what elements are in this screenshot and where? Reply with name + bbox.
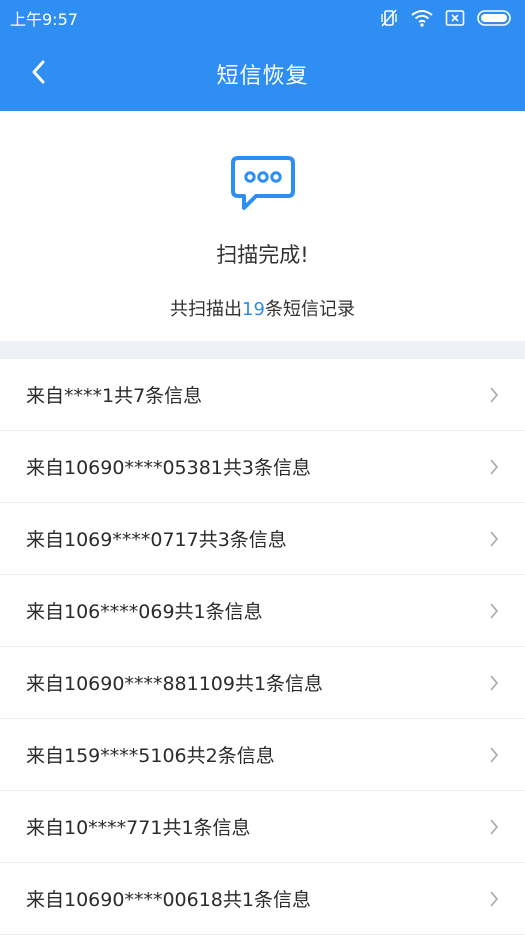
list-item[interactable]: 来自****1共7条信息 <box>0 359 525 431</box>
back-arrow-icon <box>30 59 46 89</box>
chevron-right-icon <box>489 530 499 548</box>
app-bar: 短信恢复 <box>0 36 525 111</box>
scan-count-number: 19 <box>242 299 265 320</box>
message-bubble-icon <box>230 155 296 217</box>
list-item-label: 来自10****771共1条信息 <box>26 817 251 839</box>
scan-summary: 扫描完成! 共扫描出19条短信记录 <box>0 111 525 341</box>
list-item-label: 来自10690****05381共3条信息 <box>26 457 311 479</box>
no-sim-icon <box>445 9 465 27</box>
list-item-label: 来自106****069共1条信息 <box>26 601 263 623</box>
list-item-label: 来自10690****00618共1条信息 <box>26 889 311 911</box>
list-item[interactable]: 来自159****5106共2条信息 <box>0 719 525 791</box>
back-button[interactable] <box>16 36 60 111</box>
sender-list: 来自****1共7条信息 来自10690****05381共3条信息 来自106… <box>0 359 525 935</box>
chevron-right-icon <box>489 602 499 620</box>
list-item[interactable]: 来自10690****05381共3条信息 <box>0 431 525 503</box>
list-item-label: 来自1069****0717共3条信息 <box>26 529 287 551</box>
chevron-right-icon <box>489 386 499 404</box>
list-item-label: 来自****1共7条信息 <box>26 385 203 407</box>
list-item-label: 来自159****5106共2条信息 <box>26 745 275 767</box>
status-bar: 上午9:57 <box>0 0 525 36</box>
status-time: 上午9:57 <box>10 10 78 29</box>
scan-complete-title: 扫描完成! <box>216 243 309 267</box>
scan-count-prefix: 共扫描出 <box>170 299 243 320</box>
vibrate-off-icon <box>379 8 399 28</box>
battery-icon <box>477 9 513 27</box>
list-item[interactable]: 来自10****771共1条信息 <box>0 791 525 863</box>
list-item-label: 来自10690****881109共1条信息 <box>26 673 324 695</box>
scan-count-text: 共扫描出19条短信记录 <box>170 295 355 321</box>
chevron-right-icon <box>489 818 499 836</box>
chevron-right-icon <box>489 746 499 764</box>
list-item[interactable]: 来自10690****00618共1条信息 <box>0 863 525 935</box>
chevron-right-icon <box>489 890 499 908</box>
scan-count-suffix: 条短信记录 <box>264 299 355 320</box>
list-item[interactable]: 来自10690****881109共1条信息 <box>0 647 525 719</box>
list-item[interactable]: 来自1069****0717共3条信息 <box>0 503 525 575</box>
status-icons <box>379 8 513 28</box>
chevron-right-icon <box>489 674 499 692</box>
section-divider <box>0 341 525 359</box>
list-item[interactable]: 来自106****069共1条信息 <box>0 575 525 647</box>
chevron-right-icon <box>489 458 499 476</box>
wifi-icon <box>411 9 433 27</box>
page-title: 短信恢复 <box>216 63 309 89</box>
